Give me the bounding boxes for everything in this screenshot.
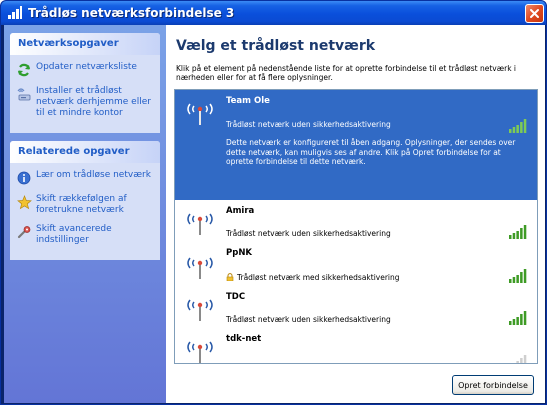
task-label: Opdater netværksliste xyxy=(36,62,137,72)
network-item-ppnk[interactable]: PpNK Trådløst netværk med sikkerhedsakti… xyxy=(175,242,537,286)
star-icon xyxy=(16,194,32,210)
related-tasks-heading: Relaterede opgaver xyxy=(10,141,160,163)
signal-strength-icon xyxy=(509,310,527,325)
antenna-icon xyxy=(185,254,215,280)
task-sidebar: Netværksopgaver Opdater netværksliste In… xyxy=(4,25,166,403)
task-label: Lær om trådløse netværk xyxy=(36,170,151,180)
wireless-network-icon xyxy=(7,6,23,20)
antenna-icon xyxy=(185,100,215,126)
antenna-icon xyxy=(185,296,215,322)
network-status: Trådløst netværk uden sikkerhedsaktiveri… xyxy=(226,120,391,129)
antenna-icon xyxy=(185,210,215,236)
instructions-text: Klik på et element på nedenstående liste… xyxy=(176,64,517,82)
connect-button[interactable]: Opret forbindelse xyxy=(452,375,534,395)
setup-wireless-network-link[interactable]: Installer et trådløst netværk derhjemme … xyxy=(16,86,156,119)
client-area: Netværksopgaver Opdater netværksliste In… xyxy=(4,25,545,403)
close-icon xyxy=(530,9,539,18)
network-status: Trådløst netværk uden sikkerhedsaktiveri… xyxy=(226,315,391,324)
network-item-team-ole[interactable]: Team Ole Trådløst netværk uden sikkerhed… xyxy=(175,90,537,200)
network-tasks-panel: Netværksopgaver Opdater netværksliste In… xyxy=(10,33,160,133)
signal-strength-icon xyxy=(509,118,527,133)
info-icon xyxy=(16,170,32,186)
network-status-text: Trådløst netværk med sikkerhedsaktiverin… xyxy=(237,273,400,282)
settings-icon xyxy=(16,224,32,240)
network-name: PpNK xyxy=(226,248,253,258)
learn-wireless-link[interactable]: Lær om trådløse netværk xyxy=(16,170,156,186)
signal-strength-icon xyxy=(509,268,527,283)
task-label: Installer et trådløst netværk derhjemme … xyxy=(36,86,151,118)
network-name: TDC xyxy=(226,292,246,302)
signal-strength-icon xyxy=(509,224,527,239)
network-tasks-heading: Netværksopgaver xyxy=(10,33,160,55)
network-name: Amira xyxy=(226,206,255,216)
network-status: Trådløst netværk med sikkerhedsaktiverin… xyxy=(226,273,400,282)
task-label: Skift avancerede indstillinger xyxy=(36,224,112,245)
close-button[interactable] xyxy=(525,4,544,23)
wireless-network-list[interactable]: Team Ole Trådløst netværk uden sikkerhed… xyxy=(174,89,538,364)
network-item-amira[interactable]: Amira Trådløst netværk uden sikkerhedsak… xyxy=(175,200,537,242)
title-bar[interactable]: Trådløs netværksforbindelse 3 xyxy=(1,1,546,25)
window-title: Trådløs netværksforbindelse 3 xyxy=(28,6,235,20)
related-tasks-panel: Relaterede opgaver Lær om trådløse netvæ… xyxy=(10,141,160,260)
setup-wireless-icon xyxy=(16,86,32,102)
change-preferred-order-link[interactable]: Skift rækkefølgen af foretrukne netværk xyxy=(16,194,156,216)
lock-icon xyxy=(226,273,234,281)
network-list-pane: Vælg et trådløst netværk Klik på et elem… xyxy=(166,25,545,403)
wireless-network-window: Trådløs netværksforbindelse 3 Netværksop… xyxy=(0,0,547,405)
network-name: tdk-net xyxy=(226,334,262,344)
refresh-network-list-link[interactable]: Opdater netværksliste xyxy=(16,62,156,78)
network-item-tdc[interactable]: TDC Trådløst netværk uden sikkerhedsakti… xyxy=(175,286,537,328)
network-status: Trådløst netværk uden sikkerhedsaktiveri… xyxy=(226,229,391,238)
page-title: Vælg et trådløst netværk xyxy=(176,38,376,54)
network-name: Team Ole xyxy=(226,96,270,106)
antenna-icon xyxy=(185,338,215,363)
signal-strength-icon xyxy=(509,354,527,363)
network-item-tdk-net[interactable]: tdk-net xyxy=(175,328,537,363)
refresh-icon xyxy=(16,62,32,78)
network-description: Dette netværk er konfigureret til åben a… xyxy=(226,138,516,166)
task-label: Skift rækkefølgen af foretrukne netværk xyxy=(36,194,127,215)
advanced-settings-link[interactable]: Skift avancerede indstillinger xyxy=(16,224,156,246)
